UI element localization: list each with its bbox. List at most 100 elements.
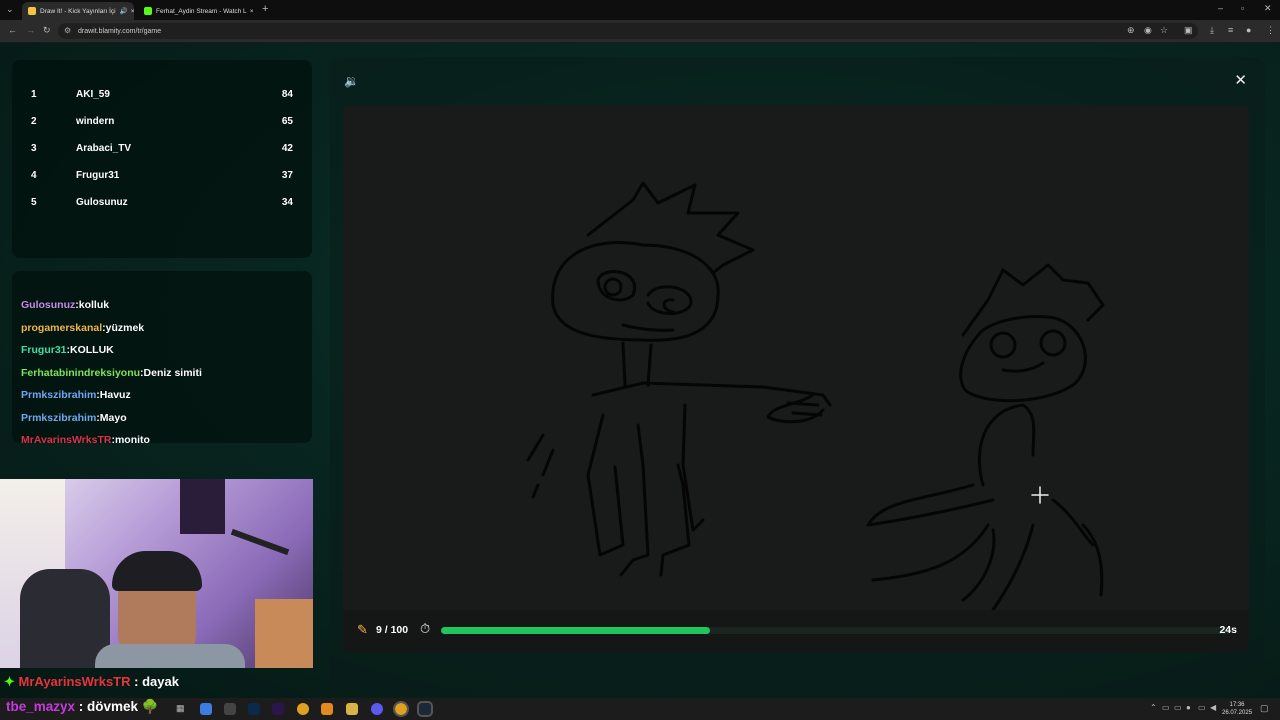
- rank: 1: [31, 89, 37, 100]
- menu-icon[interactable]: ⋮: [1266, 26, 1275, 35]
- tray-icon[interactable]: ▭: [1162, 704, 1170, 712]
- time-progress-fill: [441, 627, 710, 634]
- window-close-icon[interactable]: ✕: [1264, 4, 1272, 13]
- time-progress-track: [441, 627, 1231, 634]
- tray-icon[interactable]: ▭: [1174, 704, 1182, 712]
- premiere-icon[interactable]: [272, 703, 284, 715]
- guess-username: Frugur31: [21, 344, 67, 356]
- left-figure-pupil: [603, 277, 623, 297]
- bookmark-star-icon[interactable]: ☆: [1160, 26, 1168, 35]
- mic-icon[interactable]: ●: [1186, 704, 1191, 712]
- timer-icon: ⏱: [420, 621, 431, 636]
- curtain-shape: [180, 479, 225, 534]
- leaderboard-panel: 1 AKI_59 84 2 windern 65 3 Arabaci_TV 42…: [12, 60, 312, 258]
- chrome-active-icon[interactable]: [393, 701, 409, 717]
- guess-line: Ferhatabinindreksiyonu:Deniz simiti: [21, 367, 202, 379]
- guess-text: Mayo: [99, 412, 127, 424]
- shelf-shape: [255, 599, 313, 668]
- stream-chat-message: tbe_mazyx : dövmek 🌳: [6, 699, 159, 715]
- left-figure-legs: [619, 423, 691, 577]
- tracking-icon[interactable]: ◉: [1144, 26, 1152, 35]
- guess-username: Ferhatabinindreksiyonu: [21, 367, 141, 379]
- game-area: 🔉 ✕ ✎ 9 / 100 ⏱ 24s: [330, 57, 1265, 695]
- chat-username: MrAyarinsWrksTR: [18, 674, 131, 689]
- address-bar[interactable]: ⚙ drawit.blamity.com/tr/game: [58, 23, 1198, 39]
- app-icon[interactable]: [321, 703, 333, 715]
- guess-line: Frugur31:KOLLUK: [21, 344, 114, 356]
- close-tab-icon[interactable]: ×: [131, 8, 134, 15]
- reload-icon[interactable]: ↻: [43, 26, 51, 35]
- player-score: 65: [281, 116, 293, 127]
- guess-username: progamerskanal: [21, 322, 103, 334]
- sound-toggle-icon[interactable]: 🔉: [344, 74, 359, 88]
- minimize-icon[interactable]: –: [1218, 4, 1223, 13]
- profile-icon[interactable]: ●: [1246, 26, 1251, 35]
- clock[interactable]: 17:36 26.07.2025: [1222, 701, 1252, 717]
- file-explorer-icon[interactable]: [346, 703, 358, 715]
- crosshair-cursor-icon: [1031, 486, 1049, 504]
- extensions-icon[interactable]: ▣: [1184, 26, 1193, 35]
- mic-arm-shape: [230, 528, 290, 556]
- chat-separator: :: [75, 699, 88, 714]
- guess-username: Gulosunuz: [21, 299, 76, 311]
- rank: 5: [31, 197, 37, 208]
- left-figure-neck: [621, 341, 653, 387]
- forward-icon[interactable]: →: [26, 26, 35, 35]
- app-icon[interactable]: [371, 703, 383, 715]
- webcam-feed: [0, 479, 313, 668]
- guess-line: progamerskanal:yüzmek: [21, 322, 144, 334]
- player-name: windern: [76, 116, 115, 127]
- zoom-icon[interactable]: ⊕: [1127, 26, 1135, 35]
- task-view-icon[interactable]: ▦: [176, 704, 185, 713]
- maximize-icon[interactable]: ▫: [1241, 4, 1244, 13]
- stream-chat-message: ✦ MrAyarinsWrksTR : dayak: [4, 674, 179, 690]
- pencil-icon: ✎: [357, 622, 368, 637]
- notification-icon[interactable]: ▢: [1260, 704, 1269, 713]
- close-game-icon[interactable]: ✕: [1234, 71, 1247, 89]
- leaderboard-row: 3 Arabaci_TV 42: [12, 143, 312, 163]
- rank: 4: [31, 170, 37, 181]
- chat-username: tbe_mazyx: [6, 699, 76, 714]
- player-name: Frugur31: [76, 170, 120, 181]
- app-icon[interactable]: [224, 703, 236, 715]
- chrome-icon[interactable]: [297, 703, 309, 715]
- right-figure-hair: [961, 263, 1105, 337]
- tray-chevron-icon[interactable]: ⌃: [1150, 704, 1157, 712]
- player-name: Arabaci_TV: [76, 143, 132, 154]
- tab-title: Ferhat_Aydin Stream - Watch L: [156, 7, 247, 15]
- app-icon[interactable]: [200, 703, 212, 715]
- right-figure-arm: [1051, 498, 1104, 597]
- right-figure-tentacle: [871, 523, 1035, 612]
- tab-search-icon[interactable]: ⌄: [6, 5, 14, 14]
- player-score: 84: [281, 89, 293, 100]
- right-figure-eye: [989, 331, 1017, 359]
- steam-icon[interactable]: [417, 701, 433, 717]
- tab-kick-stream[interactable]: Ferhat_Aydin Stream - Watch L ×: [138, 2, 258, 20]
- left-figure-hand: [766, 393, 825, 424]
- leaderboard-row: 2 windern 65: [12, 116, 312, 136]
- tab-drawit[interactable]: Draw It! - Kick Yayınları İçi 🔊 ×: [22, 2, 134, 20]
- guess-line: Prmkszibrahim:Mayo: [21, 412, 127, 424]
- right-figure-mouth: [1001, 361, 1045, 373]
- left-figure-pupil: [662, 298, 675, 314]
- media-icon[interactable]: ≡: [1228, 26, 1233, 35]
- drawing-canvas[interactable]: [343, 105, 1249, 612]
- volume-icon[interactable]: ◀: [1210, 704, 1216, 712]
- guess-chat-panel: Gulosunuz:kolluk progamerskanal:yüzmek Fru…: [12, 271, 312, 443]
- round-counter: 9 / 100: [376, 624, 409, 636]
- download-icon[interactable]: ⤓: [1210, 26, 1214, 35]
- rank: 2: [31, 116, 37, 127]
- site-info-icon[interactable]: ⚙: [64, 26, 71, 35]
- player-name: AKI_59: [76, 89, 110, 100]
- close-tab-icon[interactable]: ×: [250, 8, 254, 15]
- timer-text: 24s: [1219, 624, 1237, 636]
- player-score: 42: [281, 143, 293, 154]
- guess-line: Prmkszibrahim:Havuz: [21, 389, 131, 401]
- chat-text: dayak: [142, 674, 179, 689]
- network-icon[interactable]: ▭: [1198, 704, 1206, 712]
- chat-emote-icon: 🌳: [141, 699, 159, 714]
- back-icon[interactable]: ←: [8, 26, 17, 35]
- taskbar: ▦ ⌃ ▭ ▭ ● ▭ ◀ 17:36 26.07.2025 ▢: [0, 698, 1280, 720]
- photoshop-icon[interactable]: [248, 703, 260, 715]
- new-tab-icon[interactable]: +: [262, 4, 268, 15]
